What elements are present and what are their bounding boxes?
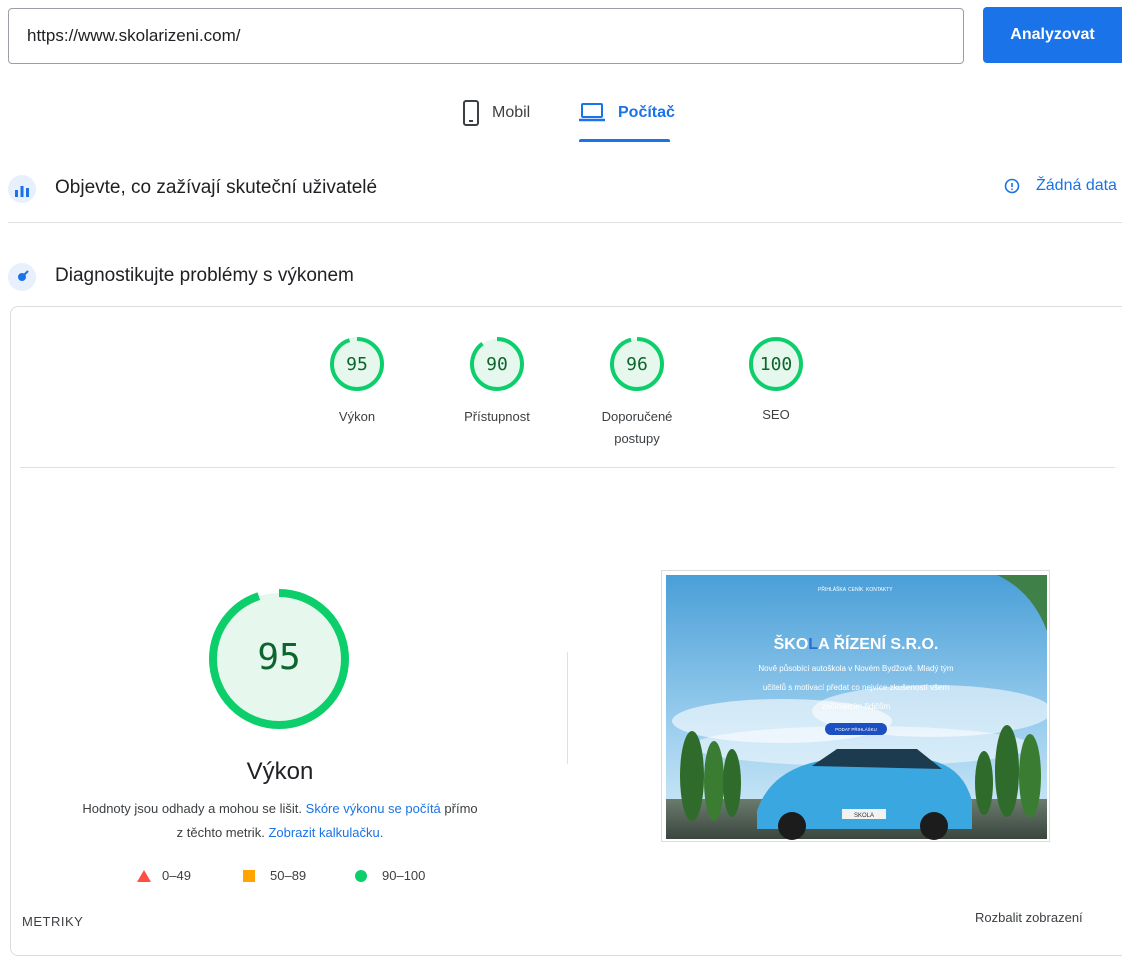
square-icon — [243, 869, 255, 882]
no-data-indicator: Žádná data — [1004, 177, 1117, 195]
license-plate: SKOLA — [854, 813, 874, 819]
field-data-icon — [8, 175, 36, 203]
score-gauge-performance[interactable]: 95 — [329, 336, 385, 392]
score-value: 100 — [760, 354, 793, 375]
performance-description: Hodnoty jsou odhady a mohou se lišit. Sk… — [82, 801, 478, 840]
score-value: 90 — [486, 354, 508, 375]
legend-pass-label: 90–100 — [382, 868, 426, 883]
performance-gauge: 95 — [209, 589, 349, 729]
site-text: učitelů s motivací předat co nejvíce zku… — [763, 683, 950, 692]
score-label-accessibility: Přístupnost — [464, 409, 530, 424]
diagnostics-title: Diagnostikujte problémy s výkonem — [55, 265, 354, 286]
vertical-divider — [567, 652, 568, 764]
performance-label: Výkon — [246, 758, 314, 785]
score-gauge-accessibility[interactable]: 90 — [469, 336, 525, 392]
score-gauge-seo[interactable]: 100 — [748, 336, 804, 392]
metrics-heading: METRIKY — [22, 914, 84, 929]
calculator-link[interactable]: Zobrazit kalkulačku. — [268, 825, 383, 840]
legend-pass: 90–100 — [354, 868, 425, 883]
tab-active-indicator — [579, 139, 670, 142]
tab-desktop-label: Počítač — [618, 104, 675, 121]
nav-link: PŘIHLÁŠKA — [818, 585, 847, 593]
nav-link: CENÍK — [848, 586, 864, 593]
diagnostics-icon — [8, 263, 36, 291]
tab-mobile[interactable]: Mobil — [462, 100, 530, 144]
site-brand: ŠKOLA ŘÍZENÍ S.R.O. — [774, 634, 939, 653]
score-value: 96 — [626, 354, 648, 375]
site-text: začínajícím řidičům — [822, 702, 891, 711]
score-label-seo: SEO — [762, 407, 790, 422]
screenshot-image: PŘIHLÁŠKA CENÍK KONTAKTY ŠKOLA ŘÍZENÍ S.… — [666, 575, 1049, 840]
no-data-label: Žádná data — [1036, 177, 1117, 194]
laptop-icon — [579, 103, 605, 122]
performance-score: 95 — [257, 637, 300, 678]
legend-fail: 0–49 — [136, 868, 191, 883]
card-divider — [20, 467, 1115, 468]
score-gauge-best-practices[interactable]: 96 — [609, 336, 665, 392]
phone-icon — [463, 100, 479, 126]
legend-average: 50–89 — [242, 868, 306, 883]
url-input[interactable] — [8, 8, 964, 64]
section-divider — [8, 222, 1122, 223]
nav-link: KONTAKTY — [866, 587, 893, 593]
site-text: Nově působící autoškola v Novém Bydžově.… — [758, 664, 954, 673]
page-screenshot: PŘIHLÁŠKA CENÍK KONTAKTY ŠKOLA ŘÍZENÍ S.… — [661, 570, 1050, 842]
score-value: 95 — [346, 354, 368, 375]
score-label-best-practices: Doporučené postupy — [601, 409, 673, 446]
tab-mobile-label: Mobil — [492, 104, 531, 121]
circle-icon — [355, 869, 367, 882]
site-cta: PODAT PŘIHLÁŠKU — [835, 725, 877, 732]
score-label-performance: Výkon — [338, 409, 376, 424]
legend-average-label: 50–89 — [270, 868, 307, 883]
triangle-icon — [137, 869, 151, 882]
info-icon — [1004, 178, 1020, 194]
legend-fail-label: 0–49 — [162, 868, 191, 883]
score-calc-link[interactable]: Skóre výkonu se počítá — [306, 801, 441, 816]
field-data-title: Objevte, co zažívají skuteční uživatelé — [55, 177, 378, 198]
tab-desktop[interactable]: Počítač — [578, 100, 675, 144]
expand-view-link[interactable]: Rozbalit zobrazení — [975, 910, 1083, 925]
analyze-button[interactable]: Analyzovat — [983, 7, 1122, 63]
